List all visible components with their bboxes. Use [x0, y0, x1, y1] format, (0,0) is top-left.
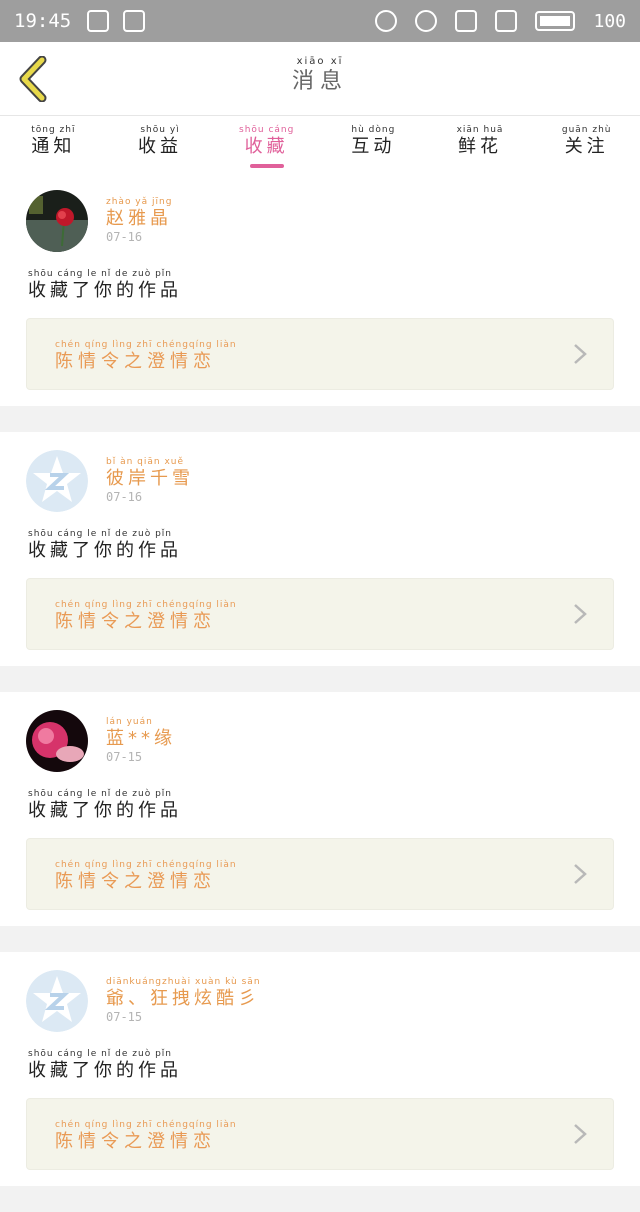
work-link[interactable]: chén qíng lìng zhī chéngqíng liàn 陈情令之澄情… — [26, 1098, 614, 1170]
action-text: shōu cáng le nǐ de zuò pǐn 收藏了你的作品 — [28, 269, 182, 301]
message-date: 07-16 — [106, 490, 143, 504]
image-icon — [123, 10, 146, 32]
avatar[interactable] — [26, 450, 88, 512]
alarm-icon — [415, 10, 438, 32]
chevron-right-icon — [574, 604, 587, 624]
message-date: 07-15 — [106, 1010, 143, 1024]
action-text: shōu cáng le nǐ de zuò pǐn 收藏了你的作品 — [28, 1049, 182, 1081]
status-time: 19:45 — [14, 10, 72, 32]
tab-follows[interactable]: guān zhù 关注 — [533, 116, 640, 172]
avatar[interactable] — [26, 970, 88, 1032]
battery-level: 100 — [593, 10, 626, 32]
work-title: chén qíng lìng zhī chéngqíng liàn 陈情令之澄情… — [55, 340, 237, 372]
message-date: 07-16 — [106, 230, 143, 244]
tab-interactions[interactable]: hù dòng 互动 — [320, 116, 427, 172]
tab-bar: tōng zhī 通知 shōu yì 收益 shōu cáng 收藏 hù d… — [0, 116, 640, 172]
work-link[interactable]: chén qíng lìng zhī chéngqíng liàn 陈情令之澄情… — [26, 838, 614, 910]
work-title: chén qíng lìng zhī chéngqíng liàn 陈情令之澄情… — [55, 600, 237, 632]
message-card: bǐ àn qiān xuě 彼岸千雪 07-16 shōu cáng le n… — [0, 432, 640, 666]
signal-icon — [455, 10, 478, 32]
username[interactable]: lán yuán 蓝**缘 — [106, 716, 176, 750]
username[interactable]: diānkuángzhuài xuàn kù sān 爺、狂拽炫酷彡 — [106, 976, 261, 1010]
tab-favorites[interactable]: shōu cáng 收藏 — [213, 116, 320, 172]
message-list: zhào yǎ jīng 赵雅晶 07-16 shōu cáng le nǐ d… — [0, 172, 640, 1212]
chevron-right-icon — [574, 864, 587, 884]
page-title: xiāo xī 消息 — [291, 56, 348, 94]
work-link[interactable]: chén qíng lìng zhī chéngqíng liàn 陈情令之澄情… — [26, 578, 614, 650]
tab-flowers[interactable]: xiān huā 鲜花 — [427, 116, 534, 172]
work-title: chén qíng lìng zhī chéngqíng liàn 陈情令之澄情… — [55, 1120, 237, 1152]
chevron-right-icon — [574, 1124, 587, 1144]
status-bar: 19:45 100 — [0, 0, 640, 42]
message-card: lán yuán 蓝**缘 07-15 shōu cáng le nǐ de z… — [0, 692, 640, 926]
chevron-right-icon — [574, 344, 587, 364]
mute-icon — [375, 10, 398, 32]
tab-earnings[interactable]: shōu yì 收益 — [107, 116, 214, 172]
message-date: 07-15 — [106, 750, 143, 764]
message-card: diānkuángzhuài xuàn kù sān 爺、狂拽炫酷彡 07-15… — [0, 952, 640, 1186]
action-text: shōu cáng le nǐ de zuò pǐn 收藏了你的作品 — [28, 529, 182, 561]
battery-icon — [535, 11, 576, 31]
notification-icon — [87, 10, 110, 32]
message-card: zhào yǎ jīng 赵雅晶 07-16 shōu cáng le nǐ d… — [0, 172, 640, 406]
username[interactable]: bǐ àn qiān xuě 彼岸千雪 — [106, 456, 194, 490]
work-title: chén qíng lìng zhī chéngqíng liàn 陈情令之澄情… — [55, 860, 237, 892]
action-text: shōu cáng le nǐ de zuò pǐn 收藏了你的作品 — [28, 789, 182, 821]
tab-notifications[interactable]: tōng zhī 通知 — [0, 116, 107, 172]
username[interactable]: zhào yǎ jīng 赵雅晶 — [106, 196, 172, 230]
work-link[interactable]: chén qíng lìng zhī chéngqíng liàn 陈情令之澄情… — [26, 318, 614, 390]
avatar[interactable] — [26, 190, 88, 252]
screen-icon — [495, 10, 518, 32]
header-bar: xiāo xī 消息 — [0, 42, 640, 116]
avatar[interactable] — [26, 710, 88, 772]
